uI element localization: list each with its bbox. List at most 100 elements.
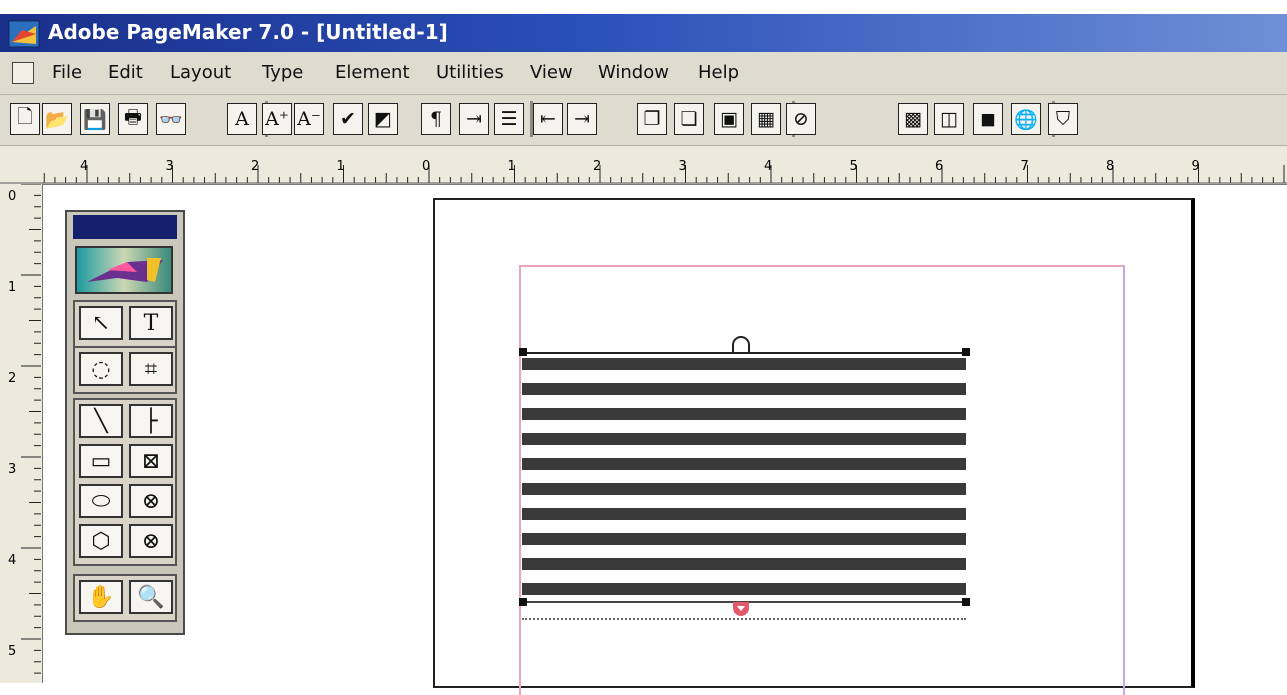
ruler-label: 1 (337, 159, 345, 174)
resize-handle-bottom-left[interactable] (519, 598, 527, 606)
horizontal-ruler[interactable]: 4 3 2 1 0 1 2 3 4 5 6 7 8 9 (0, 146, 1287, 185)
ruler-label: 0 (422, 159, 430, 174)
greeked-text-line (522, 433, 966, 445)
text-tool-icon[interactable]: T (129, 306, 173, 340)
document-control-icon[interactable] (12, 62, 34, 84)
column-guide-dotted (522, 618, 966, 620)
menu-bar: File Edit Layout Type Element Utilities … (0, 52, 1287, 95)
menu-window[interactable]: Window (598, 62, 669, 83)
ruler-label: 3 (679, 159, 687, 174)
polygon-frame-tool-icon[interactable]: ⊗ (129, 524, 173, 558)
tool-group: ╲ ├ ▭ ⊠ ⬭ ⊗ ⬡ ⊗ (73, 398, 177, 566)
ruler-label: 9 (1192, 159, 1200, 174)
character-format-icon[interactable]: A (227, 103, 257, 135)
bullets-icon[interactable]: ☰ (494, 103, 524, 135)
indent-tabs-icon[interactable]: ⇥ (459, 103, 489, 135)
increase-indent-icon[interactable]: ⇥ (567, 103, 597, 135)
rectangle-frame-tool-icon[interactable]: ⊠ (129, 444, 173, 478)
menu-help[interactable]: Help (698, 62, 739, 83)
ruler-label: 1 (508, 159, 516, 174)
menu-utilities[interactable]: Utilities (436, 62, 504, 83)
greeked-text-line (522, 458, 966, 470)
zoom-tool-icon[interactable]: 🔍 (129, 580, 173, 614)
greeked-text-line (522, 533, 966, 545)
rotate-tool-icon[interactable]: ◌ (79, 352, 123, 386)
resize-handle-bottom-right[interactable] (962, 598, 970, 606)
greeked-text-line (522, 508, 966, 520)
pointer-tool-icon[interactable]: ↖ (79, 306, 123, 340)
toolbox-title-bar[interactable] (73, 215, 177, 239)
line-tool-icon[interactable]: ╲ (79, 404, 123, 438)
vertical-ruler[interactable]: 0 1 2 3 4 5 (0, 184, 43, 683)
ruler-label: 2 (251, 159, 259, 174)
ruler-label: 1 (8, 280, 16, 295)
menu-view[interactable]: View (530, 62, 573, 83)
save-disk-icon[interactable]: 💾 (80, 103, 110, 135)
crop-tool-icon[interactable]: ⌗ (129, 352, 173, 386)
tool-group: ↖ T (73, 300, 177, 348)
color-picture-icon[interactable]: ◼ (973, 103, 1003, 135)
decrease-size-icon[interactable]: A⁻ (294, 103, 324, 135)
resize-handle-top-left[interactable] (519, 348, 527, 356)
open-folder-icon[interactable]: 📂 (42, 103, 72, 135)
increase-size-icon[interactable]: A⁺ (262, 103, 292, 135)
ruler-label: 5 (850, 159, 858, 174)
menu-edit[interactable]: Edit (108, 62, 143, 83)
acrobat-icon[interactable]: ⛉ (1048, 103, 1078, 135)
ruler-label: 6 (935, 159, 943, 174)
menu-layout[interactable]: Layout (170, 62, 231, 83)
constrained-line-tool-icon[interactable]: ├ (129, 404, 173, 438)
place-icon[interactable]: ▣ (714, 103, 744, 135)
ruler-label: 4 (8, 553, 16, 568)
ruler-label: 2 (8, 371, 16, 386)
main-toolbar: 🗋 📂 💾 🖶 👓 A A⁺ A⁻ ✔ ◩ ¶ ⇥ ☰ ⇤ ⇥ ❐ ❏ ▣ ▦ ⊘ ▩ ◫ ◼ 🌐 ⛉ (0, 95, 1287, 146)
window-title: Adobe PageMaker 7.0 - [Untitled-1] (48, 20, 448, 44)
distill-icon[interactable]: ◫ (934, 103, 964, 135)
title-bar: Adobe PageMaker 7.0 - [Untitled-1] (0, 14, 1287, 52)
decrease-indent-icon[interactable]: ⇤ (533, 103, 563, 135)
greeked-text-line (522, 483, 966, 495)
ellipse-tool-icon[interactable]: ⬭ (79, 484, 123, 518)
globe-icon[interactable]: 🌐 (1011, 103, 1041, 135)
greeked-text-line (522, 583, 966, 595)
greeked-text-line (522, 408, 966, 420)
new-document-icon[interactable]: 🗋 (10, 103, 40, 135)
hand-tool-icon[interactable]: ✋ (79, 580, 123, 614)
ruler-label: 4 (764, 159, 772, 174)
greeked-text-line (522, 383, 966, 395)
ruler-label: 2 (593, 159, 601, 174)
ruler-label: 4 (80, 159, 88, 174)
ruler-label: 0 (8, 189, 16, 204)
ruler-label: 7 (1021, 159, 1029, 174)
copy-icon[interactable]: ❐ (637, 103, 667, 135)
ruler-label: 3 (166, 159, 174, 174)
paste-icon[interactable]: ❏ (674, 103, 704, 135)
windowshade-bottom-handle[interactable] (731, 600, 751, 620)
paragraph-icon[interactable]: ¶ (421, 103, 451, 135)
resize-handle-top-right[interactable] (962, 348, 970, 356)
ellipse-frame-tool-icon[interactable]: ⊗ (129, 484, 173, 518)
print-icon[interactable]: 🖶 (118, 103, 148, 135)
menu-type[interactable]: Type (262, 62, 303, 83)
link-icon[interactable]: ⊘ (786, 103, 816, 135)
pagemaker-logo (75, 246, 173, 294)
fill-stroke-icon[interactable]: ◩ (368, 103, 398, 135)
greeked-text-line (522, 358, 966, 370)
export-pdf-icon[interactable]: ▩ (898, 103, 928, 135)
ruler-label: 8 (1106, 159, 1114, 174)
menu-file[interactable]: File (52, 62, 82, 83)
polygon-tool-icon[interactable]: ⬡ (79, 524, 123, 558)
spelling-check-icon[interactable]: ✔ (333, 103, 363, 135)
menu-element[interactable]: Element (335, 62, 410, 83)
text-block[interactable] (519, 336, 970, 620)
find-binoculars-icon[interactable]: 👓 (156, 103, 186, 135)
toolbox-palette: ↖ T ◌ ⌗ ╲ ├ ▭ ⊠ ⬭ ⊗ ⬡ ⊗ ✋ 🔍 (65, 210, 185, 635)
image-icon[interactable]: ▦ (751, 103, 781, 135)
ruler-label: 3 (8, 462, 16, 477)
greeked-text-line (522, 558, 966, 570)
rectangle-tool-icon[interactable]: ▭ (79, 444, 123, 478)
pagemaker-app-icon[interactable] (8, 20, 40, 48)
ruler-label: 5 (8, 644, 16, 659)
tool-group: ◌ ⌗ (73, 346, 177, 394)
windowshade-top-handle[interactable] (730, 336, 752, 354)
